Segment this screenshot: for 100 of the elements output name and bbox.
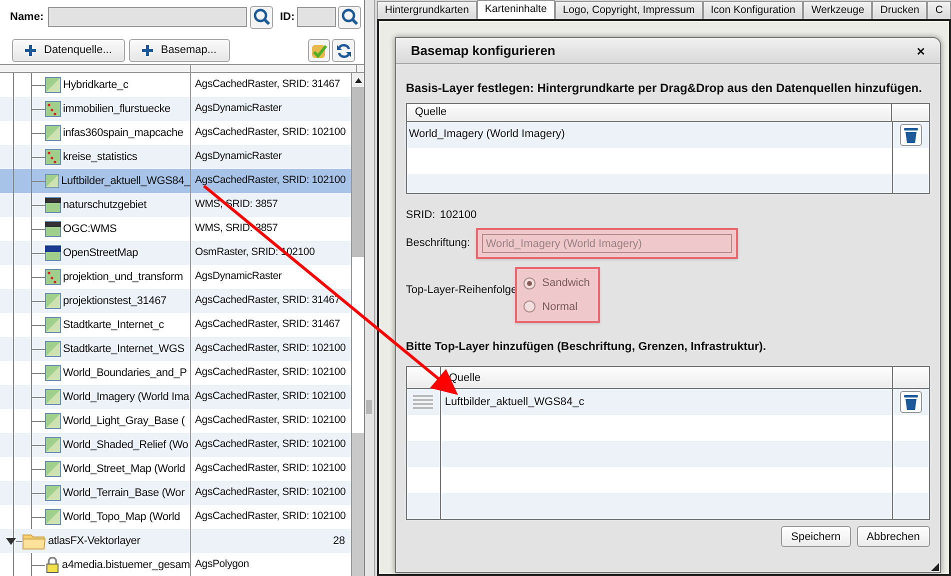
- tab[interactable]: Hintergrundkarten: [376, 1, 477, 19]
- database-check-button[interactable]: [308, 39, 330, 62]
- table-cell-text: Luftbilder_aktuell_WGS84_c: [444, 395, 584, 410]
- layer-type: AgsDynamicRaster: [195, 101, 282, 116]
- raster-layer-icon: [45, 365, 61, 381]
- scroll-up-arrow-icon[interactable]: [354, 78, 362, 82]
- radio-option[interactable]: Normal: [523, 298, 590, 315]
- order-label: Top-Layer-Reihenfolge: [406, 283, 518, 298]
- dialog-title: Basemap konfigurieren: [410, 42, 556, 60]
- layer-type: AgsDynamicRaster: [195, 149, 282, 164]
- plus-icon: [142, 45, 153, 56]
- wms-layer-icon: [45, 197, 61, 213]
- raster-layer-icon: [45, 341, 61, 357]
- raster-layer-icon: [45, 413, 61, 429]
- tree-row[interactable]: kreise_statistics AgsDynamicRaster: [0, 145, 352, 169]
- raster-layer-icon: [45, 485, 61, 501]
- layer-type: AgsCachedRaster, SRID: 102100: [195, 413, 346, 428]
- name-input-field[interactable]: [48, 7, 247, 27]
- layer-type: AgsCachedRaster, SRID: 102100: [195, 389, 346, 404]
- layer-type: AgsCachedRaster, SRID: 102100: [195, 341, 346, 356]
- tree-row[interactable]: Stadtkarte_Internet_WGS AgsCachedRaster, SRID: 102100: [0, 337, 352, 361]
- layer-name: World_Street_Map (World: [63, 462, 186, 477]
- expand-toggle-icon[interactable]: [6, 538, 16, 544]
- save-button[interactable]: Speichern: [781, 526, 851, 548]
- refresh-button[interactable]: [332, 39, 355, 62]
- resize-grip-icon[interactable]: [930, 563, 939, 571]
- lock-layer-icon: [45, 557, 60, 573]
- search-button[interactable]: [250, 6, 273, 28]
- drag-handle-icon[interactable]: [413, 395, 434, 410]
- tab[interactable]: Karteninhalte: [476, 0, 555, 19]
- layer-type: AgsCachedRaster, SRID: 102100: [195, 485, 346, 500]
- cancel-button[interactable]: Abbrechen: [856, 526, 930, 548]
- raster-layer-icon: [45, 317, 61, 333]
- id-label: ID:: [280, 10, 296, 25]
- radio-icon[interactable]: [523, 300, 536, 314]
- dynamic-layer-icon: [45, 101, 61, 117]
- id-input-field[interactable]: [297, 7, 336, 27]
- layer-name: World_Imagery (World Ima: [63, 390, 190, 405]
- layer-type: AgsCachedRaster, SRID: 102100: [195, 125, 346, 140]
- srid-label: SRID:: [406, 208, 436, 223]
- dynamic-layer-icon: [45, 149, 61, 165]
- section-heading: Basis-Layer festlegen: Hintergrundkarte per Drag&Drop aus den Datenquellen hinzufügen.: [406, 80, 923, 97]
- layer-type: AgsCachedRaster, SRID: 102100: [195, 365, 346, 380]
- raster-layer-icon: [45, 293, 61, 309]
- tree-row[interactable]: immobilien_flurstuecke AgsDynamicRaster: [0, 97, 352, 121]
- layer-name: World_Terrain_Base (Wor: [63, 486, 185, 501]
- layer-type: AgsCachedRaster, SRID: 31467: [195, 317, 340, 332]
- column-header: Quelle: [448, 370, 481, 386]
- raster-layer-icon: [45, 461, 61, 477]
- tree-row[interactable]: World_Shaded_Relief (Wo AgsCachedRaster, SRID: 102100: [0, 433, 352, 457]
- delete-button[interactable]: [900, 124, 922, 146]
- layer-name: OGC:WMS: [63, 222, 117, 237]
- raster-layer-icon: [45, 389, 61, 405]
- layer-name: infas360spain_mapcache: [63, 126, 184, 141]
- layer-type: AgsCachedRaster, SRID: 102100: [195, 173, 346, 188]
- layer-name: World_Boundaries_and_P: [63, 366, 187, 381]
- layer-name: projektionstest_31467: [63, 294, 166, 309]
- name-label: Name:: [10, 10, 45, 25]
- add-basemap-button[interactable]: Basemap...: [128, 39, 230, 62]
- raster-layer-icon: [45, 509, 61, 525]
- close-button[interactable]: ×: [916, 44, 925, 58]
- layer-count: 28: [332, 534, 346, 549]
- table-cell-text: World_Imagery (World Imagery): [408, 127, 565, 142]
- dynamic-layer-icon: [45, 269, 61, 285]
- layer-name: Luftbilder_aktuell_WGS84_: [61, 174, 190, 189]
- search-button[interactable]: [338, 6, 361, 28]
- raster-layer-icon: [45, 125, 61, 141]
- scrollbar[interactable]: [351, 73, 364, 576]
- layer-name: World_Shaded_Relief (Wo: [63, 438, 188, 453]
- trash-icon: [904, 394, 918, 410]
- layer-name: atlasFX-Vektorlayer: [48, 534, 140, 549]
- srid-value: 102100: [440, 208, 477, 223]
- delete-button[interactable]: [900, 391, 922, 414]
- tree-row[interactable]: World_Terrain_Base (Wor AgsCachedRaster, SRID: 102100: [0, 481, 352, 505]
- caption-label: Beschriftung:: [406, 236, 472, 252]
- wms-layer-icon: [45, 221, 61, 237]
- raster-layer-icon: [45, 437, 61, 453]
- layer-type: AgsCachedRaster, SRID: 102100: [195, 461, 346, 476]
- tab[interactable]: Logo, Copyright, Impressum: [554, 1, 703, 19]
- radio-icon[interactable]: [523, 276, 536, 290]
- tab[interactable]: Icon Konfiguration: [702, 1, 804, 19]
- layer-name: Stadtkarte_Internet_c: [63, 318, 164, 333]
- splitter-grip-icon[interactable]: [366, 400, 372, 414]
- layer-name: kreise_statistics: [63, 150, 138, 165]
- tree-row[interactable]: Luftbilder_aktuell_WGS84_ AgsCachedRaster, SRID: 102100: [0, 169, 352, 193]
- tree-row[interactable]: World_Imagery (World Ima AgsCachedRaster, SRID: 102100: [0, 385, 352, 409]
- add-datasource-button[interactable]: Datenquelle...: [12, 39, 125, 62]
- layer-name: World_Light_Gray_Base (: [63, 414, 185, 429]
- tab[interactable]: Drucken: [872, 1, 928, 19]
- raster-layer-icon: [45, 77, 61, 93]
- tab[interactable]: Werkzeuge: [803, 1, 872, 19]
- radio-option[interactable]: Sandwich: [523, 275, 590, 292]
- layer-name: World_Topo_Map (World: [63, 510, 180, 525]
- layer-name: projektion_und_transform: [63, 270, 183, 285]
- column-header: Quelle: [414, 105, 447, 120]
- osm-layer-icon: [45, 245, 61, 261]
- layer-name: OpenStreetMap: [63, 246, 138, 261]
- tree-row[interactable]: atlasFX-Vektorlayer 28: [0, 529, 352, 553]
- folder-icon: [22, 532, 46, 550]
- tab[interactable]: C: [927, 1, 951, 19]
